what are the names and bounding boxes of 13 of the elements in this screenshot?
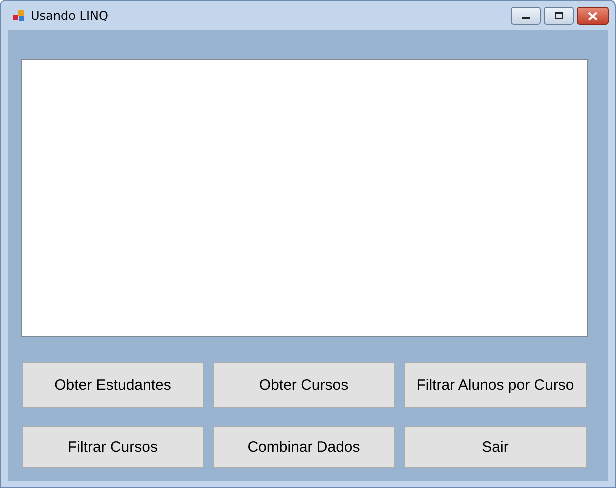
app-icon: [13, 10, 25, 22]
close-icon: [588, 12, 598, 20]
form-button[interactable]: Filtrar Alunos por Curso: [404, 362, 587, 408]
form-button[interactable]: Filtrar Cursos: [22, 426, 204, 468]
window-title: Usando LINQ: [31, 8, 108, 22]
minimize-button[interactable]: [511, 7, 541, 25]
maximize-button[interactable]: [544, 7, 574, 25]
form-button[interactable]: Sair: [404, 426, 587, 468]
maximize-icon: [554, 12, 564, 20]
close-button[interactable]: [577, 7, 609, 25]
form-button[interactable]: Combinar Dados: [213, 426, 395, 468]
form-button[interactable]: Obter Cursos: [213, 362, 395, 408]
form-button[interactable]: Obter Estudantes: [22, 362, 204, 408]
